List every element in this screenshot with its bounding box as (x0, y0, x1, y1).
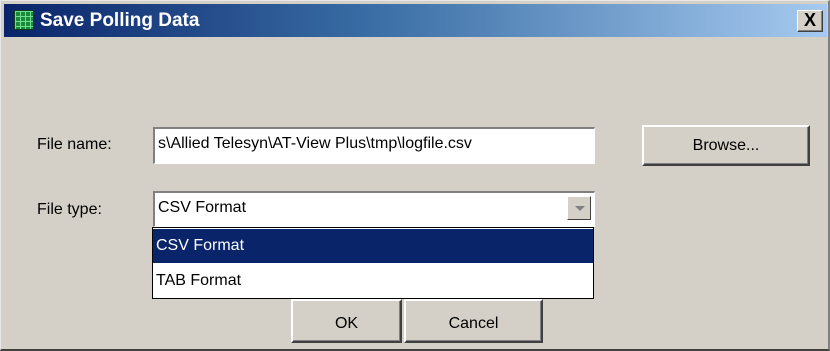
file-type-dropdown-list: CSV Format TAB Format (152, 227, 594, 299)
window-title: Save Polling Data (40, 10, 200, 31)
cancel-button[interactable]: Cancel (404, 299, 543, 343)
title-bar[interactable]: Save Polling Data X (4, 4, 827, 37)
file-type-option-csv[interactable]: CSV Format (153, 229, 593, 263)
browse-button[interactable]: Browse... (642, 125, 810, 166)
save-polling-data-dialog: Save Polling Data X File name: s\Allied … (0, 0, 830, 351)
file-type-label: File type: (37, 201, 102, 218)
file-type-selected: CSV Format (158, 199, 247, 216)
grid-app-icon (14, 10, 34, 30)
close-button[interactable]: X (797, 10, 823, 32)
file-type-option-tab[interactable]: TAB Format (153, 264, 593, 298)
file-name-label: File name: (37, 136, 112, 153)
file-type-select[interactable]: CSV Format (153, 191, 595, 227)
file-name-input[interactable]: s\Allied Telesyn\AT-View Plus\tmp\logfil… (153, 127, 595, 164)
dropdown-arrow-icon[interactable] (567, 196, 591, 220)
ok-button[interactable]: OK (291, 299, 402, 343)
file-name-value: s\Allied Telesyn\AT-View Plus\tmp\logfil… (158, 135, 472, 152)
